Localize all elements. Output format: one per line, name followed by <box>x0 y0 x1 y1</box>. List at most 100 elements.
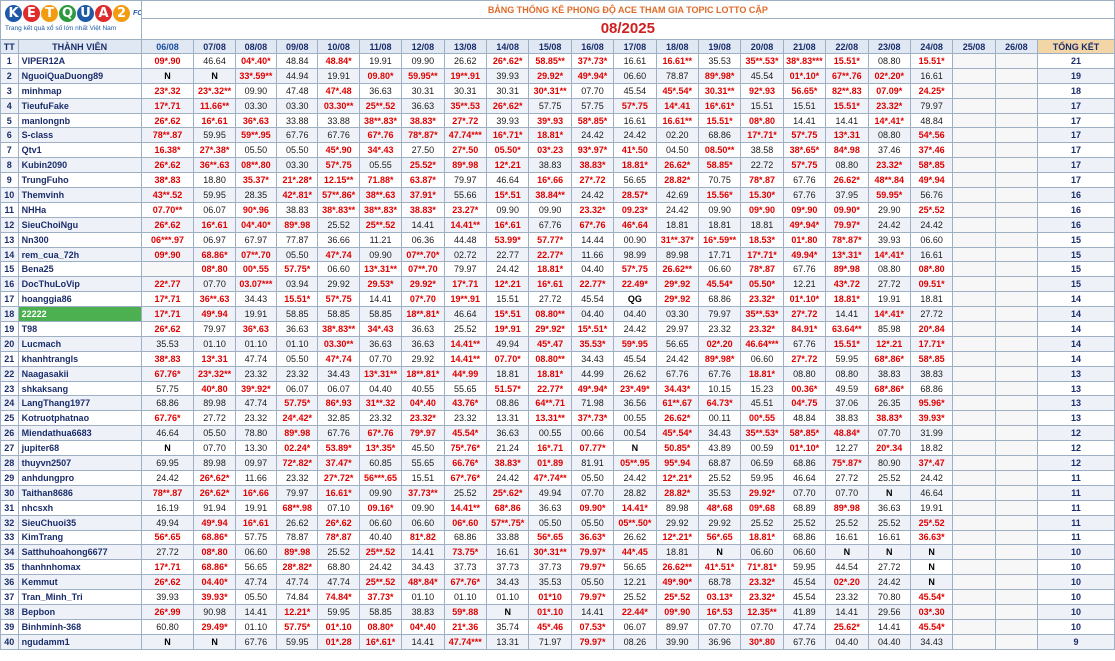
day-cell: 22.77* <box>528 246 572 263</box>
member-name[interactable]: Bena25 <box>17 261 142 278</box>
member-row: 5 manlongnb 26*.62 16*.61 36*.63 33.88 33.88 38… <box>0 112 1115 129</box>
member-name[interactable]: NHHa <box>17 201 142 218</box>
member-name[interactable]: SieuChuoi35 <box>17 514 142 531</box>
member-row: 3 minhmap 23*.32 23*.32** 09.90 47.48 47*.48 36… <box>0 82 1115 99</box>
member-name[interactable]: Kemmut <box>17 574 142 591</box>
day-cell: 56.76 <box>909 187 954 203</box>
day-cell: 07.53* <box>570 618 615 635</box>
day-cell: 45.54 <box>613 82 657 99</box>
day-cell: 45.54 <box>782 589 827 605</box>
day-cell: 24.42 <box>909 469 954 486</box>
total-cell: 13 <box>1037 365 1115 382</box>
row-number: 4 <box>0 97 19 114</box>
member-name[interactable]: T98 <box>17 321 142 337</box>
day-cell: 78*.87 <box>740 172 784 189</box>
day-cell: 24.42 <box>570 127 615 144</box>
day-cell: 09*.90 <box>140 246 195 263</box>
day-cell: 67.76* <box>140 365 195 382</box>
member-name[interactable]: shkaksang <box>17 380 142 397</box>
day-cell: 34.43 <box>401 559 445 576</box>
day-cell <box>994 97 1039 114</box>
day-cell: 46.64*** <box>740 335 784 352</box>
member-name[interactable]: Kotruotphatnao <box>17 410 142 427</box>
member-name[interactable]: thuyvn2507 <box>17 455 142 471</box>
day-cell: 31.99 <box>909 425 954 442</box>
day-cell: 78*.87* <box>401 127 445 144</box>
member-name[interactable]: Satthuhoahong6677 <box>17 544 142 561</box>
member-name[interactable]: rem_cua_72h <box>17 246 142 263</box>
day-cell: 28.57* <box>613 187 657 203</box>
member-name[interactable]: Nn300 <box>17 231 142 248</box>
member-name[interactable]: nhcsxh <box>17 499 142 516</box>
row-number: 40 <box>0 633 19 650</box>
member-name[interactable]: ngudamm1 <box>17 633 142 650</box>
member-name[interactable]: Qtv1 <box>17 142 142 159</box>
day-cell: 06.60 <box>358 514 403 531</box>
day-cell: 02.72 <box>443 246 488 263</box>
member-name[interactable]: khanhtrangls <box>17 350 142 367</box>
day-cell: 38.83* <box>867 410 911 427</box>
member-name[interactable]: Kubin2090 <box>17 157 142 174</box>
day-cell: 27*.72 <box>570 172 615 189</box>
day-cell: 09.97 <box>234 455 278 471</box>
day-cell: 01*.80 <box>782 231 827 248</box>
day-cell: 38*.83 <box>140 350 195 367</box>
day-cell: 13.31** <box>528 410 572 427</box>
day-cell <box>952 469 996 486</box>
member-row: 30 Taithan8686 78**.87 26*.62* 16*.66 79.97 16… <box>0 484 1115 501</box>
member-name[interactable]: thanhnhomax <box>17 559 142 576</box>
member-row: 29 anhdungpro 24.42 26*.62* 11.66 23.32 27*.72… <box>0 469 1115 486</box>
logo[interactable]: K E T Q U A 2 FORUM Trang kết quả xổ số … <box>0 0 142 40</box>
member-name[interactable]: NguoiQuaDuong89 <box>17 67 142 84</box>
member-name[interactable]: Bepbon <box>17 603 142 620</box>
member-name[interactable]: jupiter68 <box>17 440 142 457</box>
day-cell: 86*.93 <box>317 395 360 412</box>
member-name[interactable]: Binhminh-368 <box>17 618 142 635</box>
member-name[interactable]: 22222 <box>17 306 142 323</box>
day-cell: 05.50 <box>193 425 236 442</box>
member-name[interactable]: S-class <box>17 127 142 144</box>
day-cell: 16*.53 <box>697 603 742 620</box>
day-cell: 27.72 <box>140 544 195 561</box>
member-name[interactable]: SieuChoiNgu <box>17 216 142 233</box>
member-row: 9 TrungFuho 38*.83 18.80 35.37* 21*.28* 12.15*… <box>0 172 1115 189</box>
day-cell: 35.53 <box>697 484 742 501</box>
day-cell: 12*.21 <box>485 276 530 293</box>
member-name[interactable]: hoanggia86 <box>17 291 142 308</box>
total-cell: 13 <box>1037 380 1115 397</box>
member-row: 22 Naagasakii 67.76* 23*.32** 23.32 23.32 34.4… <box>0 365 1115 382</box>
day-cell: 04*.40 <box>401 395 445 412</box>
day-cell: 73.75* <box>443 544 488 561</box>
member-name[interactable]: Tran_Minh_Tri <box>17 589 142 605</box>
row-number: 3 <box>0 82 19 99</box>
total-cell: 10 <box>1037 603 1115 620</box>
member-name[interactable]: Taithan8686 <box>17 484 142 501</box>
member-name[interactable]: LangThang1977 <box>17 395 142 412</box>
member-name[interactable]: TrungFuho <box>17 172 142 189</box>
member-name[interactable]: KimTrang <box>17 529 142 546</box>
day-cell <box>994 172 1039 189</box>
day-cell: 28.82 <box>613 484 657 501</box>
stats-table: K E T Q U A 2 FORUM Trang kết quả xổ số … <box>0 0 1115 650</box>
member-name[interactable]: anhdungpro <box>17 469 142 486</box>
member-row: 39 Binhminh-368 60.80 29.49* 01.10 57.75* 01*.… <box>0 618 1115 635</box>
day-cell: 24.42 <box>867 216 911 233</box>
member-name[interactable]: Lucmach <box>17 335 142 352</box>
day-cell: 49*.94 <box>193 514 236 531</box>
day-cell: 34.43 <box>234 291 278 308</box>
member-name[interactable]: manlongnb <box>17 112 142 129</box>
member-name[interactable]: Naagasakii <box>17 365 142 382</box>
member-name[interactable]: minhmap <box>17 82 142 99</box>
day-cell: 78.87 <box>655 67 699 84</box>
member-name[interactable]: Miendathua6683 <box>17 425 142 442</box>
day-cell: 07**.70 <box>401 261 445 278</box>
day-cell: 75*.87* <box>825 455 869 471</box>
member-name[interactable]: VIPER12A <box>17 53 142 69</box>
day-cell: 79.97* <box>570 559 615 576</box>
member-name[interactable]: Themvinh <box>17 187 142 203</box>
day-cell: 57*.75 <box>613 261 657 278</box>
member-name[interactable]: TieufuFake <box>17 97 142 114</box>
day-cell: 30.31 <box>485 82 530 99</box>
day-cell: 67.76 <box>234 633 278 650</box>
member-name[interactable]: DocThuLoVip <box>17 276 142 293</box>
